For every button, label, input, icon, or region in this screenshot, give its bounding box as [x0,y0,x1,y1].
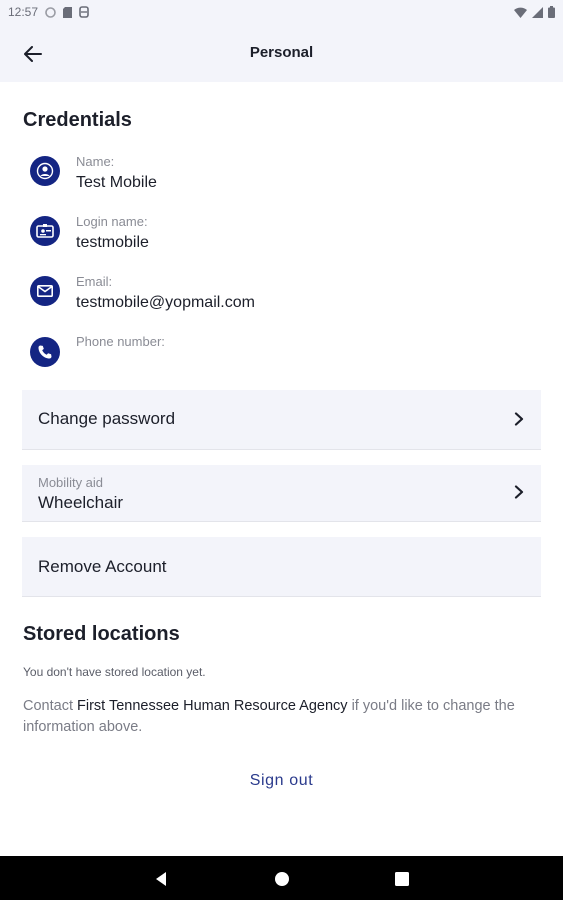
chevron-right-icon [514,485,524,499]
name-label: Name: [76,154,115,169]
wifi-icon [514,7,527,18]
credentials-heading: Credentials [23,109,132,131]
status-time: 12:57 [8,5,39,19]
stored-locations-heading: Stored locations [23,623,180,645]
system-navigation-bar [0,856,563,900]
sd-card-icon [63,6,73,18]
phone-label: Phone number: [76,334,165,349]
square-recents-icon [395,872,409,886]
nav-recents-button[interactable] [391,868,413,890]
login-label: Login name: [76,214,148,229]
sign-out-button[interactable]: Sign out [0,772,563,790]
signal-icon [532,6,543,18]
battery-icon [548,6,555,18]
mobility-aid-label: Mobility aid [38,475,104,490]
nav-home-button[interactable] [271,868,293,890]
notification-icon [45,6,56,18]
change-password-label: Change password [38,409,176,428]
circle-home-icon [275,872,289,886]
phone-icon [30,337,60,367]
login-value: testmobile [76,234,149,251]
sync-icon [79,6,89,18]
status-bar: 12:57 [0,0,563,24]
triangle-back-icon [156,872,166,886]
app-bar: Personal [0,24,563,82]
contact-prefix: Contact [23,698,77,714]
email-value: testmobile@yopmail.com [76,294,255,311]
nav-back-button[interactable] [150,868,172,890]
name-value: Test Mobile [76,174,157,191]
mobility-aid-value: Wheelchair [38,493,124,512]
mail-icon [30,276,60,306]
email-label: Email: [76,274,113,289]
chevron-right-icon [514,412,524,426]
remove-account-label: Remove Account [38,557,167,576]
person-icon [30,156,60,186]
agency-name: First Tennessee Human Resource Agency [77,698,348,714]
stored-locations-empty-text: You don't have stored location yet. [23,665,206,679]
page-title: Personal [249,44,314,61]
change-password-button[interactable]: Change password [22,390,541,450]
mobility-aid-button[interactable]: Mobility aid Wheelchair [22,465,541,522]
contact-text: Contact First Tennessee Human Resource A… [23,696,538,738]
id-card-icon [30,216,60,246]
remove-account-button[interactable]: Remove Account [22,537,541,597]
